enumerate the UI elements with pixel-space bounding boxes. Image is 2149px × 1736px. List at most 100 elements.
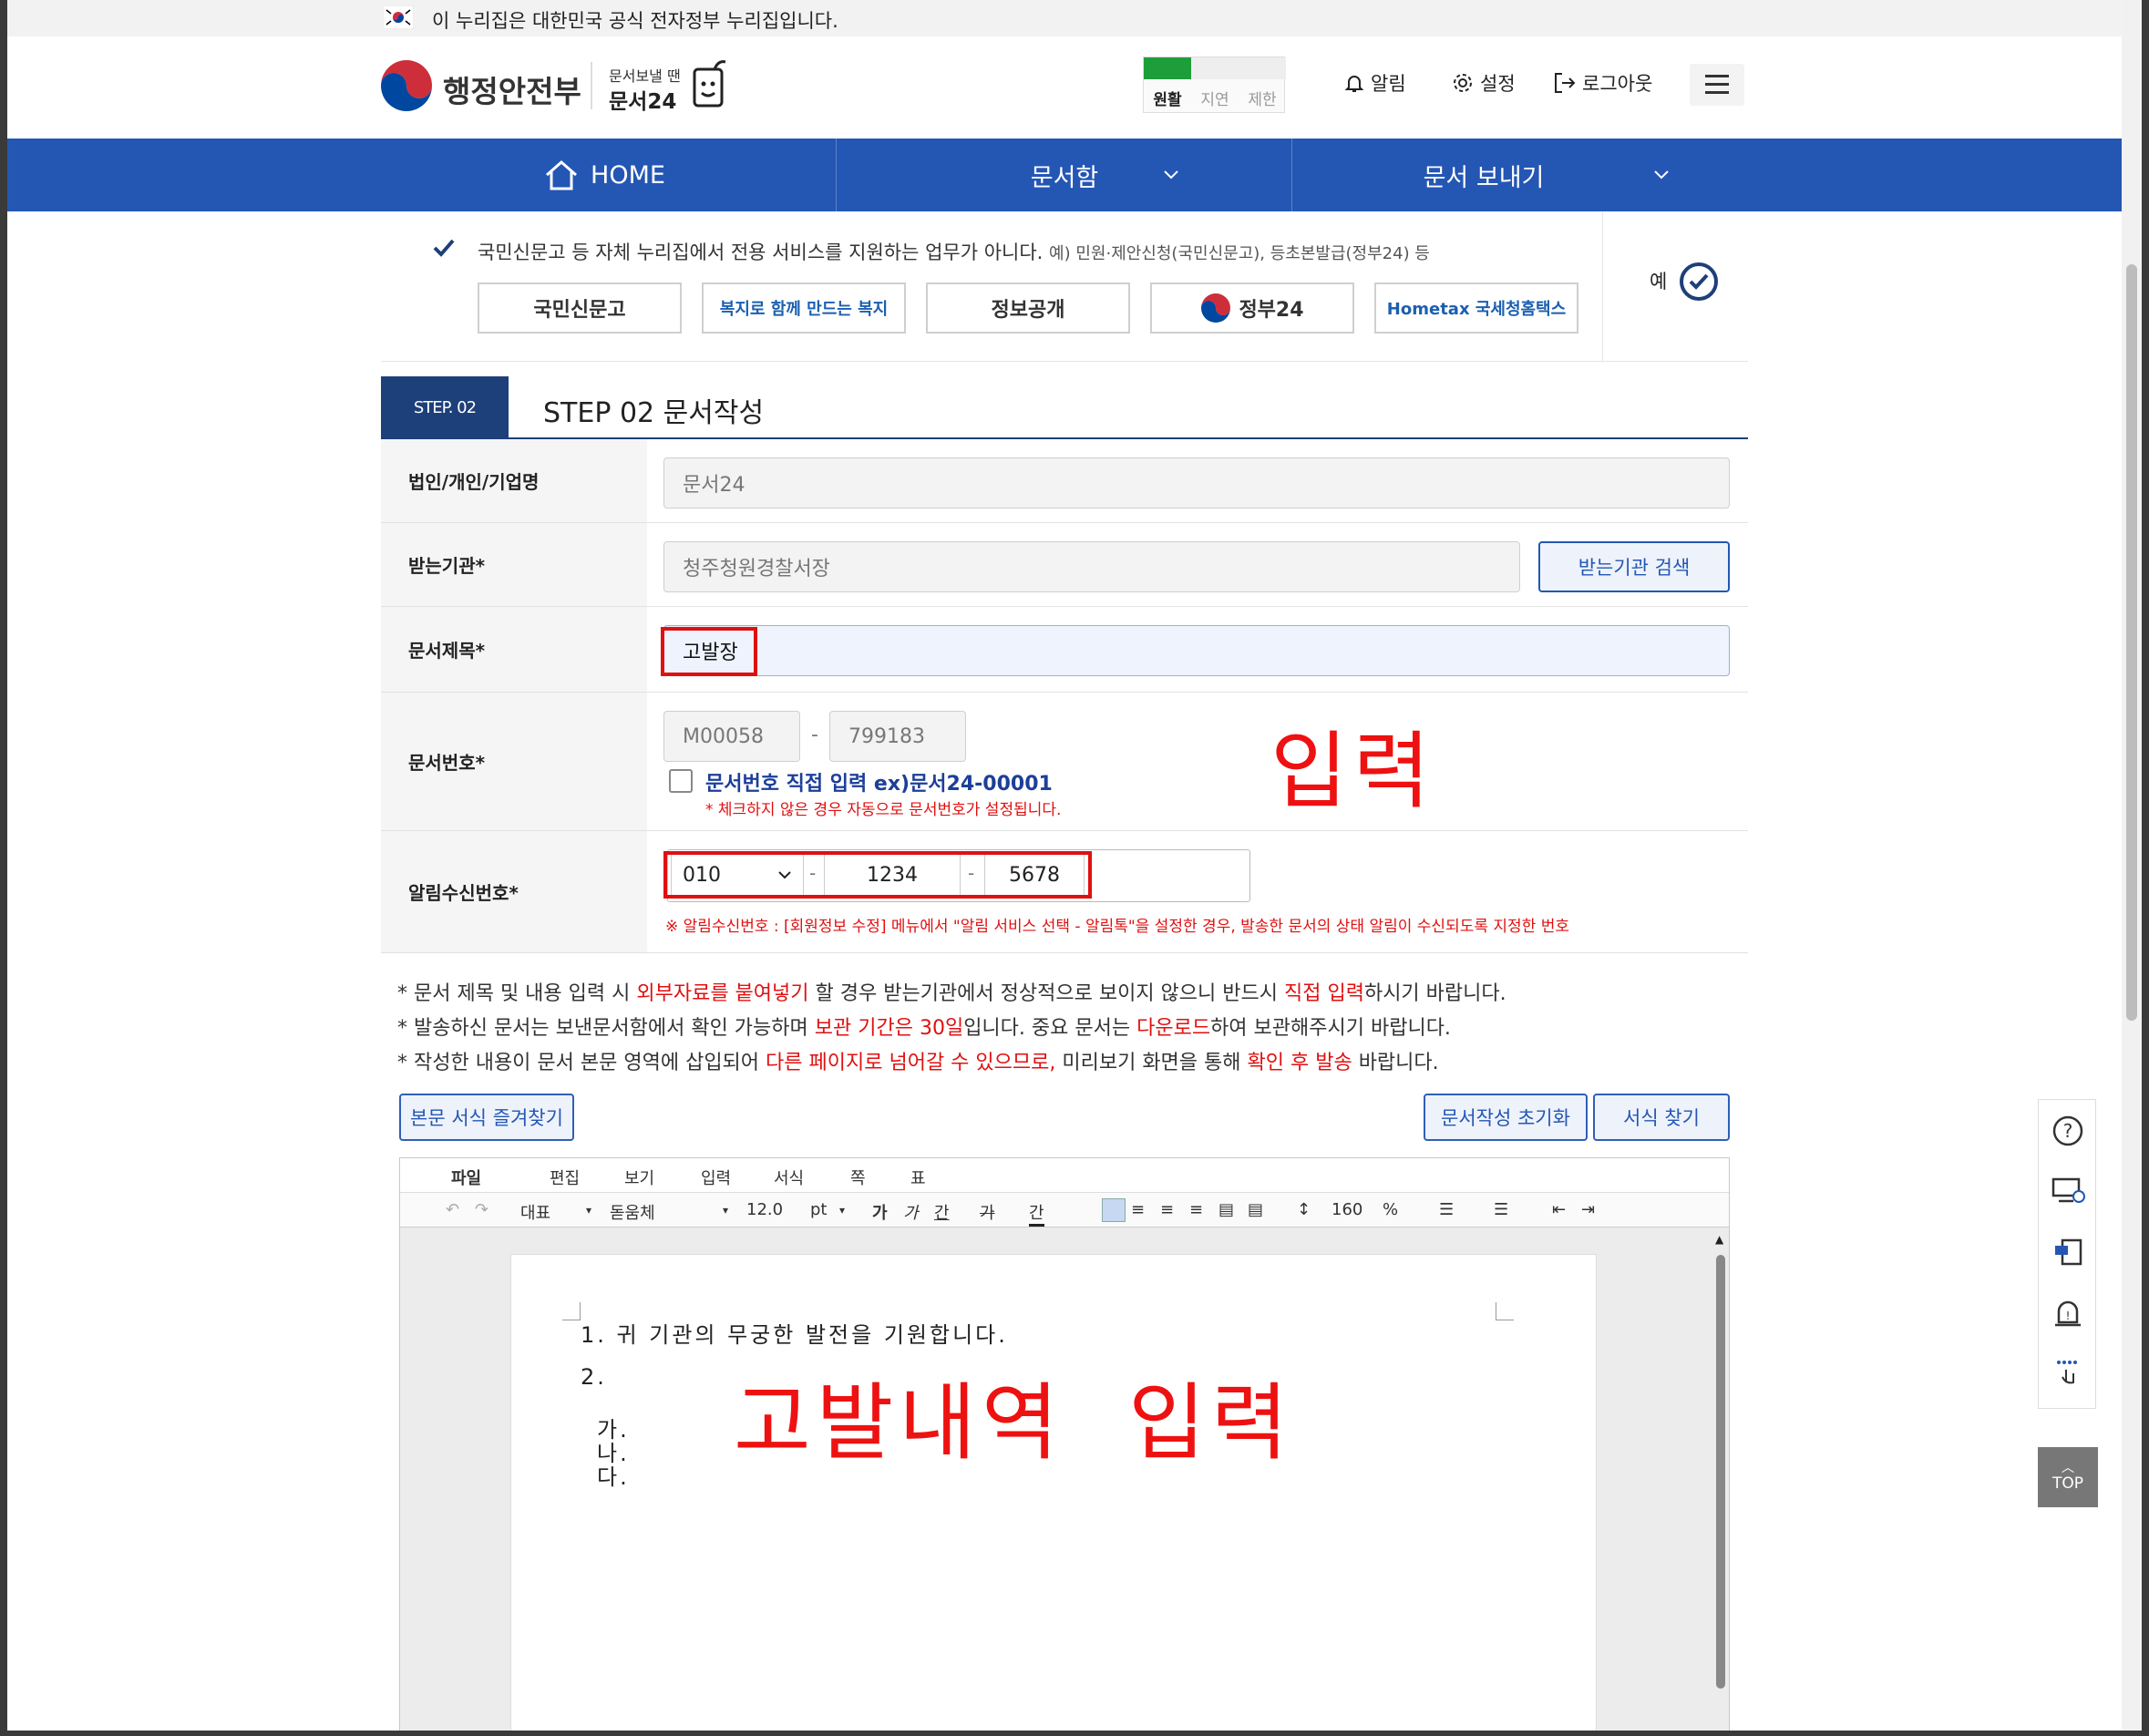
chevron-down-icon xyxy=(1164,170,1178,180)
bullet-list-icon[interactable]: ☰ xyxy=(1494,1200,1508,1219)
editor-menu-view[interactable]: 보기 xyxy=(624,1166,654,1189)
service-logo-bokjiro[interactable]: 복지로 함께 만드는 복지 xyxy=(702,282,906,334)
gov-banner: 이 누리집은 대한민국 공식 전자정부 누리집입니다. xyxy=(7,0,2122,36)
scroll-top-button[interactable]: ︿ TOP xyxy=(2038,1447,2098,1507)
docnum-manual-checkbox[interactable] xyxy=(669,769,693,793)
nav-docbox[interactable]: 문서함 xyxy=(837,139,1292,211)
document-copy-icon[interactable] xyxy=(2051,1237,2084,1269)
page-scrollbar-thumb[interactable] xyxy=(2126,264,2137,1021)
form-row-receiver: 받는기관* 청주청원경찰서장 받는기관 검색 xyxy=(381,523,1748,607)
status-delay-label: 지연 xyxy=(1200,91,1229,109)
editor-menu-file[interactable]: 파일 xyxy=(451,1166,481,1189)
logout-label: 로그아웃 xyxy=(1582,73,1653,95)
indent-increase-icon[interactable]: ⇥ xyxy=(1581,1200,1595,1219)
body-favorites-button[interactable]: 본문 서식 즐겨찾기 xyxy=(399,1094,574,1141)
italic-icon[interactable]: 가 xyxy=(903,1200,919,1224)
scroll-up-icon[interactable]: ▲ xyxy=(1715,1233,1723,1246)
hamburger-menu-button[interactable] xyxy=(1690,64,1744,106)
title-input[interactable]: 고발장 xyxy=(663,625,1730,676)
align-right-icon[interactable]: ≡ xyxy=(1189,1200,1203,1219)
doc24-name: 문서24 xyxy=(609,90,677,114)
service-name: 정보공개 xyxy=(991,299,1065,322)
editor-menu-page[interactable]: 쪽 xyxy=(850,1166,866,1189)
note-retention: * 발송하신 문서는 보낸문서함에서 확인 가능하며 보관 기간은 30일입니다… xyxy=(397,1012,1451,1041)
line-spacing-icon[interactable]: ↕ xyxy=(1297,1200,1311,1219)
numbered-list-icon[interactable]: ☰ xyxy=(1439,1200,1454,1219)
service-logo-gov24[interactable]: 정부24 xyxy=(1150,282,1354,334)
receiver-search-button[interactable]: 받는기관 검색 xyxy=(1538,541,1730,592)
phone-label: 알림수신번호* xyxy=(381,831,647,952)
step-title: STEP 02 문서작성 xyxy=(543,397,765,429)
docnum-manual-label[interactable]: 문서번호 직접 입력 ex)문서24-00001 xyxy=(705,767,1053,796)
editor-scrollbar[interactable]: ▲ xyxy=(1712,1231,1729,1736)
logout-link[interactable]: 로그아웃 xyxy=(1553,69,1652,97)
line-spacing-input[interactable]: 160 xyxy=(1332,1200,1362,1219)
align-justify-icon[interactable] xyxy=(1102,1198,1126,1222)
font-unit-select[interactable]: pt xyxy=(810,1200,827,1219)
gov24-logo-icon xyxy=(1201,293,1231,323)
document-page[interactable]: 1. 귀 기관의 무궁한 발전을 기원합니다. 2. 가. 나. 다. 고발내역… xyxy=(510,1254,1597,1736)
svg-text:?: ? xyxy=(2063,1120,2073,1142)
align-left-icon[interactable]: ≡ xyxy=(1131,1200,1145,1219)
undo-icon[interactable]: ↶ xyxy=(446,1200,459,1219)
bold-icon[interactable]: 가 xyxy=(872,1200,888,1224)
align-center-icon[interactable]: ≡ xyxy=(1160,1200,1174,1219)
reset-document-button[interactable]: 문서작성 초기화 xyxy=(1424,1094,1588,1141)
note-preview: * 작성한 내용이 문서 본문 영역에 삽입되어 다른 페이지로 넘어갈 수 있… xyxy=(397,1046,1439,1075)
form-row-phone: 알림수신번호* 010 - 1234 - 5678 ※ 알림수신번호 : [회원… xyxy=(381,831,1748,953)
font-size-input[interactable]: 12.0 xyxy=(746,1200,783,1219)
page-scrollbar[interactable] xyxy=(2122,0,2142,1736)
docnum-number-field: 799183 xyxy=(829,711,966,762)
indent-decrease-icon[interactable]: ⇤ xyxy=(1552,1200,1566,1219)
ministry-name[interactable]: 행정안전부 xyxy=(443,67,581,111)
font-select[interactable]: 돋움체 xyxy=(610,1200,655,1224)
status-bar-limit xyxy=(1239,57,1286,79)
strikethrough-icon[interactable]: 가 xyxy=(980,1200,995,1224)
ministry-logo-icon[interactable] xyxy=(379,58,434,113)
input-annotation: 입력 xyxy=(1270,723,1436,820)
document-line: 1. 귀 기관의 무궁한 발전을 기원합니다. xyxy=(581,1322,1008,1348)
editor-menu-edit[interactable]: 편집 xyxy=(550,1166,580,1189)
document-line: 2. xyxy=(581,1364,607,1390)
form-row-title: 문서제목* 고발장 xyxy=(381,607,1748,693)
underline-icon[interactable]: 간 xyxy=(934,1200,950,1224)
gear-icon xyxy=(1454,74,1472,92)
align-distribute-icon[interactable]: ▤ xyxy=(1218,1200,1234,1219)
service-logo-hometax[interactable]: Hometax 국세청홈택스 xyxy=(1374,282,1578,334)
editor-scrollbar-thumb[interactable] xyxy=(1716,1255,1725,1689)
docnum-label: 문서번호* xyxy=(381,693,647,830)
touch-dots-icon[interactable] xyxy=(2051,1357,2084,1390)
status-limit-label: 제한 xyxy=(1248,91,1277,109)
find-form-button[interactable]: 서식 찾기 xyxy=(1593,1094,1730,1141)
monitor-check-icon[interactable] xyxy=(2051,1176,2086,1206)
bell-icon xyxy=(1344,76,1364,92)
editor-menu-insert[interactable]: 입력 xyxy=(701,1166,731,1189)
style-select[interactable]: 대표 xyxy=(520,1200,550,1224)
align-split-icon[interactable]: ▤ xyxy=(1248,1200,1263,1219)
receiver-field[interactable]: 청주청원경찰서장 xyxy=(663,541,1520,592)
corp-label: 법인/개인/기업명 xyxy=(381,439,647,522)
alarm-link[interactable]: 알림 xyxy=(1343,69,1406,97)
editor-menu-table[interactable]: 표 xyxy=(910,1166,926,1189)
font-color-icon[interactable]: 간 xyxy=(1029,1200,1044,1227)
note-text: 입니다. 중요 문서는 xyxy=(963,1017,1137,1040)
nav-send[interactable]: 문서 보내기 xyxy=(1292,139,1675,211)
service-logo-open[interactable]: 정보공개 xyxy=(926,282,1130,334)
settings-link[interactable]: 설정 xyxy=(1451,69,1516,97)
doc24-logo[interactable]: 문서보낼 땐 문서24 xyxy=(609,56,736,120)
note-text: 미리보기 화면을 통해 xyxy=(1055,1052,1248,1074)
chevron-down-icon xyxy=(1654,170,1669,180)
editor-menu-format[interactable]: 서식 xyxy=(774,1166,804,1189)
status-bar-smooth xyxy=(1144,57,1191,79)
service-logo-epeople[interactable]: 국민신문고 xyxy=(478,282,682,334)
redo-icon[interactable]: ↷ xyxy=(475,1200,488,1219)
page-corner-mark xyxy=(562,1302,581,1320)
docnum-prefix-field: M00058 xyxy=(663,711,800,762)
help-icon[interactable]: ? xyxy=(2051,1115,2084,1147)
alert-bell-icon[interactable]: ! xyxy=(2051,1297,2084,1330)
line-spacing-unit[interactable]: % xyxy=(1383,1200,1398,1219)
nav-home[interactable]: HOME xyxy=(372,139,837,211)
check-circle-icon[interactable] xyxy=(1679,262,1719,302)
home-icon xyxy=(546,160,578,190)
note-paste: * 문서 제목 및 내용 입력 시 외부자료를 붙여넣기 할 경우 받는기관에서… xyxy=(397,977,1506,1006)
